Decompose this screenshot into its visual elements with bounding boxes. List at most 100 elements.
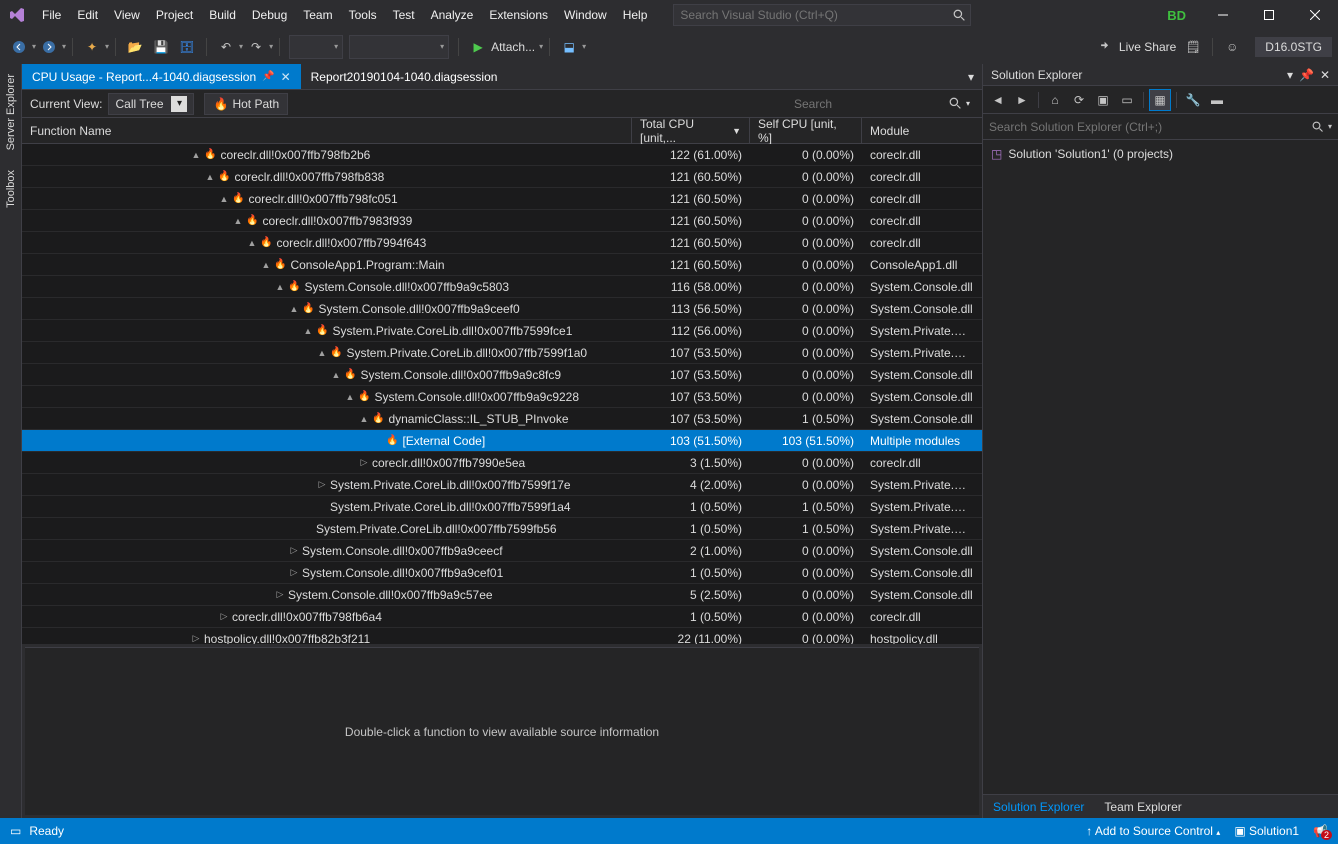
live-share-label[interactable]: Live Share [1119,40,1176,54]
save-button[interactable]: 💾 [150,36,172,58]
call-tree-row[interactable]: ▷coreclr.dll!0x007ffb798fb6a41 (0.50%)0 … [22,606,982,628]
open-button[interactable]: 📂 [124,36,146,58]
call-tree-row[interactable]: ▲🔥System.Private.CoreLib.dll!0x007ffb759… [22,320,982,342]
undo-button[interactable]: ↶ [215,36,237,58]
call-tree-row[interactable]: ▷System.Console.dll!0x007ffb9a9ceecf2 (1… [22,540,982,562]
expand-icon[interactable]: ▷ [358,457,370,468]
solution-explorer-search[interactable]: ▾ [983,114,1338,140]
tab-team-explorer[interactable]: Team Explorer [1094,795,1191,818]
user-badge[interactable]: BD [1153,8,1200,23]
call-tree-row[interactable]: ▷hostpolicy.dll!0x007ffb82b3f21122 (11.0… [22,628,982,644]
call-tree-row[interactable]: ▲🔥System.Console.dll!0x007ffb9a9c8fc9107… [22,364,982,386]
close-icon[interactable]: ✕ [281,70,291,84]
expand-icon[interactable]: ▲ [358,414,370,424]
call-tree-row[interactable]: System.Private.CoreLib.dll!0x007ffb7599f… [22,496,982,518]
call-tree-row[interactable]: ▲🔥coreclr.dll!0x007ffb798fb2b6122 (61.00… [22,144,982,166]
menu-debug[interactable]: Debug [244,0,295,30]
se-filter-button[interactable]: ▣ [1092,89,1114,111]
expand-icon[interactable]: ▲ [344,392,356,402]
expand-icon[interactable]: ▲ [330,370,342,380]
se-properties-button[interactable]: 🔧 [1182,89,1204,111]
search-icon[interactable] [948,9,970,22]
expand-icon[interactable]: ▲ [274,282,286,292]
se-back-button[interactable]: ◄ [987,89,1009,111]
solution-status[interactable]: ▣ Solution1 [1234,824,1299,838]
call-tree-row[interactable]: ▷coreclr.dll!0x007ffb7990e5ea3 (1.50%)0 … [22,452,982,474]
expand-icon[interactable]: ▲ [204,172,216,182]
call-tree-row[interactable]: ▲🔥coreclr.dll!0x007ffb7983f939121 (60.50… [22,210,982,232]
call-tree-row[interactable]: ▲🔥System.Console.dll!0x007ffb9a9c5803116… [22,276,982,298]
expand-icon[interactable]: ▷ [316,479,328,490]
function-search[interactable]: ▾ [794,93,974,115]
expand-icon[interactable]: ▲ [316,348,328,358]
search-dropdown-icon[interactable]: ▾ [962,99,974,108]
quick-launch-input[interactable] [674,8,948,22]
current-view-dropdown[interactable]: Call Tree ▾ [108,93,194,115]
menu-tools[interactable]: Tools [341,0,385,30]
expand-icon[interactable]: ▷ [190,633,202,644]
expand-icon[interactable]: ▷ [288,567,300,578]
minimize-button[interactable] [1200,0,1246,30]
tab-report[interactable]: Report20190104-1040.diagsession [301,64,508,89]
search-icon[interactable] [1312,121,1324,133]
call-tree-row[interactable]: ▲🔥coreclr.dll!0x007ffb7994f643121 (60.50… [22,232,982,254]
se-sync-button[interactable]: ⟳ [1068,89,1090,111]
expand-icon[interactable]: ▲ [218,194,230,204]
se-collapse-button[interactable]: ▭ [1116,89,1138,111]
col-total-cpu[interactable]: Total CPU [unit,...▼ [632,118,750,143]
col-self-cpu[interactable]: Self CPU [unit, %] [750,118,862,143]
menu-project[interactable]: Project [148,0,201,30]
panel-menu-icon[interactable]: ▾ [1287,68,1293,82]
search-dropdown-icon[interactable]: ▾ [1328,122,1332,131]
expand-icon[interactable]: ▲ [302,326,314,336]
call-tree-row[interactable]: System.Private.CoreLib.dll!0x007ffb7599f… [22,518,982,540]
se-forward-button[interactable]: ► [1011,89,1033,111]
save-all-button[interactable]: 🗄 [176,36,198,58]
call-tree-row[interactable]: ▷System.Console.dll!0x007ffb9a9cef011 (0… [22,562,982,584]
tab-cpu-usage[interactable]: CPU Usage - Report...4-1040.diagsession … [22,64,301,89]
col-module[interactable]: Module [862,118,982,143]
se-show-all-button[interactable]: ▦ [1149,89,1171,111]
col-function-name[interactable]: Function Name [22,118,632,143]
redo-button[interactable]: ↷ [245,36,267,58]
live-share-icon[interactable] [1091,36,1113,58]
server-explorer-tab[interactable]: Server Explorer [5,74,17,150]
menu-edit[interactable]: Edit [69,0,106,30]
tab-overflow-button[interactable]: ▾ [960,64,982,89]
menu-build[interactable]: Build [201,0,244,30]
quick-launch-search[interactable] [673,4,971,26]
menu-help[interactable]: Help [615,0,656,30]
menu-window[interactable]: Window [556,0,615,30]
solution-node[interactable]: ◳ Solution 'Solution1' (0 projects) [991,144,1330,164]
add-source-control[interactable]: ↑ Add to Source Control ▴ [1086,824,1220,838]
expand-icon[interactable]: ▲ [246,238,258,248]
expand-icon[interactable]: ▷ [288,545,300,556]
menu-analyze[interactable]: Analyze [423,0,482,30]
panel-pin-icon[interactable]: 📌 [1299,68,1314,82]
call-tree-row[interactable]: ▲🔥System.Private.CoreLib.dll!0x007ffb759… [22,342,982,364]
expand-icon[interactable]: ▲ [288,304,300,314]
menu-test[interactable]: Test [385,0,423,30]
panel-close-icon[interactable]: ✕ [1320,68,1330,82]
menu-file[interactable]: File [34,0,69,30]
start-debug-button[interactable]: ▶ [467,36,489,58]
expand-icon[interactable]: ▲ [260,260,272,270]
hot-path-button[interactable]: 🔥 Hot Path [204,93,288,115]
tab-solution-explorer[interactable]: Solution Explorer [983,795,1094,818]
call-tree-row[interactable]: ▷System.Console.dll!0x007ffb9a9c57ee5 (2… [22,584,982,606]
menu-extensions[interactable]: Extensions [481,0,556,30]
close-button[interactable] [1292,0,1338,30]
notifications-button[interactable]: 📢 2 [1313,824,1328,838]
maximize-button[interactable] [1246,0,1292,30]
call-tree-row[interactable]: ▲🔥System.Console.dll!0x007ffb9a9ceef0113… [22,298,982,320]
new-item-button[interactable]: ✦ [81,36,103,58]
call-tree-row[interactable]: ▲🔥System.Console.dll!0x007ffb9a9c9228107… [22,386,982,408]
se-preview-button[interactable]: ▬ [1206,89,1228,111]
nav-forward-button[interactable] [38,36,60,58]
solution-config-dropdown[interactable]: ▾ [289,35,343,59]
expand-icon[interactable]: ▷ [274,589,286,600]
expand-icon[interactable]: ▷ [218,611,230,622]
attach-label[interactable]: Attach... [491,40,535,54]
toolbox-tab[interactable]: Toolbox [5,170,17,208]
solution-platform-dropdown[interactable]: ▾ [349,35,449,59]
